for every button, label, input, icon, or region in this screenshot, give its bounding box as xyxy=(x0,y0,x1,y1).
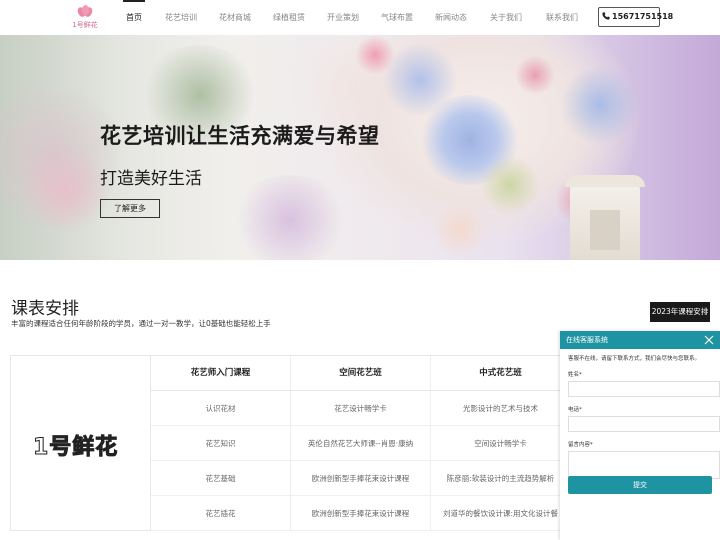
year-schedule-button[interactable]: 2023年课程安排 xyxy=(650,302,710,322)
table-row: 花艺知识 英伦自然花艺大师课--肖恩·康纳 空间设计畅学卡 xyxy=(151,426,579,461)
table-cell[interactable]: 英伦自然花艺大师课--肖恩·康纳 xyxy=(291,426,431,460)
column-header: 空间花艺班 xyxy=(291,356,431,390)
section-description: 丰富的课程适合任何年龄阶段的学员，通过一对一教学，让0基础也能轻松上手 xyxy=(11,319,271,328)
logo[interactable]: 1号鲜花 xyxy=(70,5,100,32)
table-row: 花艺插花 欧洲创新型手捧花束设计课程 刘道华的餐饮设计课:用文化设计餐 xyxy=(151,496,579,531)
nav-item-plant-rental[interactable]: 绿植租赁 xyxy=(262,0,316,35)
learn-more-button[interactable]: 了解更多 xyxy=(100,199,160,218)
message-label: 留言内容* xyxy=(568,442,593,448)
chat-header: 在线客服系统 xyxy=(560,331,720,349)
table-cell[interactable]: 花艺知识 xyxy=(151,426,291,460)
table-cell[interactable]: 陈彦丽:软装设计的主流趋势解析 xyxy=(431,461,571,495)
table-header-row: 花艺师入门课程 空间花艺班 中式花艺班 xyxy=(151,356,579,391)
course-table: 1号鲜花 花艺师入门课程 空间花艺班 中式花艺班 认识花材 花艺设计畅学卡 光影… xyxy=(10,355,580,531)
table-cell[interactable]: 欧洲创新型手捧花束设计课程 xyxy=(291,496,431,530)
table-cell[interactable]: 光影设计的艺术与技术 xyxy=(431,391,571,425)
table-cell[interactable]: 刘道华的餐饮设计课:用文化设计餐 xyxy=(431,496,571,530)
message-field[interactable] xyxy=(568,451,720,479)
nav-item-contact[interactable]: 联系我们 xyxy=(534,0,590,35)
section-title: 课表安排 xyxy=(11,299,79,319)
table-cell[interactable]: 花艺插花 xyxy=(151,496,291,530)
submit-button[interactable]: 提交 xyxy=(568,476,712,494)
table-cell[interactable]: 认识花材 xyxy=(151,391,291,425)
main-nav: 首页 花艺培训 花材商城 绿植租赁 开业策划 气球布置 新闻动态 关于我们 联系… xyxy=(114,0,590,35)
phone-number: 15671751518 xyxy=(612,12,674,21)
phone-box[interactable]: 15671751518 xyxy=(598,7,673,27)
banner-subtitle: 打造美好生活 xyxy=(100,169,202,189)
nav-item-opening-planning[interactable]: 开业策划 xyxy=(316,0,370,35)
chat-title: 在线客服系统 xyxy=(566,336,608,344)
table-cell[interactable]: 花艺基础 xyxy=(151,461,291,495)
table-cell[interactable]: 花艺设计畅学卡 xyxy=(291,391,431,425)
course-grid: 花艺师入门课程 空间花艺班 中式花艺班 认识花材 花艺设计畅学卡 光影设计的艺术… xyxy=(151,356,579,531)
nav-item-home[interactable]: 首页 xyxy=(114,0,154,35)
nav-item-news[interactable]: 新闻动态 xyxy=(424,0,478,35)
column-header: 中式花艺班 xyxy=(431,356,571,390)
logo-flower-icon xyxy=(76,5,94,19)
banner-title: 花艺培训让生活充满爱与希望 xyxy=(100,124,380,148)
column-header: 花艺师入门课程 xyxy=(151,356,291,390)
hero-banner: 花艺培训让生活充满爱与希望 打造美好生活 了解更多 xyxy=(0,35,720,260)
phone-icon xyxy=(602,12,610,20)
chat-widget: 在线客服系统 客服不在线，请留下联系方式，我们会尽快与您联系。 姓名* 电话* … xyxy=(560,331,720,540)
nav-item-about[interactable]: 关于我们 xyxy=(478,0,534,35)
table-cell[interactable]: 空间设计畅学卡 xyxy=(431,426,571,460)
table-logo-cell: 1号鲜花 xyxy=(11,356,151,530)
table-row: 认识花材 花艺设计畅学卡 光影设计的艺术与技术 xyxy=(151,391,579,426)
table-row: 花艺基础 欧洲创新型手捧花束设计课程 陈彦丽:软装设计的主流趋势解析 xyxy=(151,461,579,496)
site-header: 1号鲜花 首页 花艺培训 花材商城 绿植租赁 开业策划 气球布置 新闻动态 关于… xyxy=(0,0,720,35)
phone-label: 电话* xyxy=(568,407,582,413)
table-cell[interactable]: 欧洲创新型手捧花束设计课程 xyxy=(291,461,431,495)
table-logo-text: 1号鲜花 xyxy=(32,435,119,461)
chat-note: 客服不在线，请留下联系方式，我们会尽快与您联系。 xyxy=(568,356,701,362)
nav-item-balloon-decor[interactable]: 气球布置 xyxy=(370,0,424,35)
nav-item-floral-training[interactable]: 花艺培训 xyxy=(154,0,208,35)
name-label: 姓名* xyxy=(568,372,582,378)
phone-field[interactable] xyxy=(568,416,720,432)
close-icon[interactable] xyxy=(704,335,714,345)
logo-text: 1号鲜花 xyxy=(72,21,98,29)
nav-item-flower-mall[interactable]: 花材商城 xyxy=(208,0,262,35)
name-field[interactable] xyxy=(568,381,720,397)
